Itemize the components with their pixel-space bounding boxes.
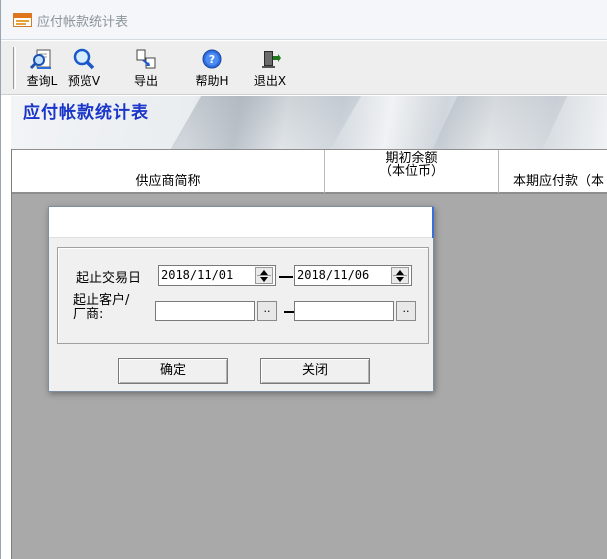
end-date-picker[interactable]: 2018/11/06 [294, 265, 412, 286]
report-banner: 应付帐款统计表 [11, 96, 607, 149]
end-customer-browse-button[interactable]: .. [396, 301, 416, 321]
window-title: 应付帐款统计表 [37, 15, 129, 30]
toolbar: 查询L 预览V 导出 ? 帮助H 退出X [1, 41, 607, 95]
start-customer-browse-button[interactable]: .. [257, 301, 277, 321]
preview-button[interactable]: 预览V [63, 46, 105, 92]
end-date-spinner[interactable] [391, 267, 409, 284]
start-date-value: 2018/11/01 [161, 268, 234, 282]
export-label: 导出 [133, 74, 158, 88]
date-range-label: 起止交易日 [76, 271, 142, 286]
app-icon [13, 13, 32, 27]
help-icon: ? [202, 49, 222, 69]
start-customer-input[interactable] [155, 301, 255, 321]
query-label: 查询L [26, 74, 58, 88]
spin-down-icon [260, 277, 268, 282]
date-range-separator [279, 276, 293, 278]
query-button[interactable]: 查询L [21, 46, 63, 92]
exit-button[interactable]: 退出X [249, 46, 291, 92]
svg-text:?: ? [209, 53, 215, 66]
export-button[interactable]: 导出 [125, 46, 167, 92]
column-header-supplier-label: 供应商简称 [135, 174, 201, 189]
grid-header: 供应商简称 期初余额 （本位币） 本期应付款（本 [12, 149, 607, 194]
help-button[interactable]: ? 帮助H [191, 46, 233, 92]
query-dialog: 起止交易日 2018/11/01 2018/11/06 起止客户/ 厂商: ..… [48, 206, 434, 392]
start-date-picker[interactable]: 2018/11/01 [158, 265, 276, 286]
start-date-spinner[interactable] [255, 267, 273, 284]
column-header-period-payable[interactable]: 本期应付款（本 [499, 150, 607, 193]
title-bar[interactable]: 应付帐款统计表 [1, 0, 607, 40]
help-label: 帮助H [195, 74, 229, 88]
spin-down-icon [396, 277, 404, 282]
opening-balance-line2: （本位币） [378, 164, 444, 179]
dialog-title-bar[interactable] [49, 207, 434, 238]
export-icon [136, 49, 156, 69]
exit-label: 退出X [253, 74, 287, 88]
column-header-supplier[interactable]: 供应商简称 [12, 150, 325, 193]
magnifier-document-icon [30, 49, 51, 70]
report-title: 应付帐款统计表 [23, 103, 149, 123]
column-header-opening-balance-label: 期初余额 （本位币） [325, 152, 498, 178]
exit-door-icon [262, 51, 281, 68]
app-window: 应付帐款统计表 查询L 预览V 导出 ? 帮助H 退出X 应付帐款统计表 供应商… [0, 0, 607, 559]
magnifier-icon [73, 48, 95, 70]
column-header-period-payable-label: 本期应付款（本 [513, 174, 605, 189]
ok-button[interactable]: 确定 [118, 358, 228, 384]
end-customer-input[interactable] [294, 301, 394, 321]
preview-label: 预览V [67, 74, 101, 88]
toolbar-grip[interactable] [13, 47, 16, 89]
end-date-value: 2018/11/06 [297, 268, 370, 282]
customer-range-label-line2: 厂商: [73, 307, 104, 322]
criteria-group: 起止交易日 2018/11/01 2018/11/06 起止客户/ 厂商: ..… [57, 247, 429, 344]
column-header-opening-balance[interactable]: 期初余额 （本位币） [325, 150, 499, 193]
customer-range-label-line1: 起止客户/ [73, 293, 130, 308]
close-button[interactable]: 关闭 [260, 358, 370, 384]
